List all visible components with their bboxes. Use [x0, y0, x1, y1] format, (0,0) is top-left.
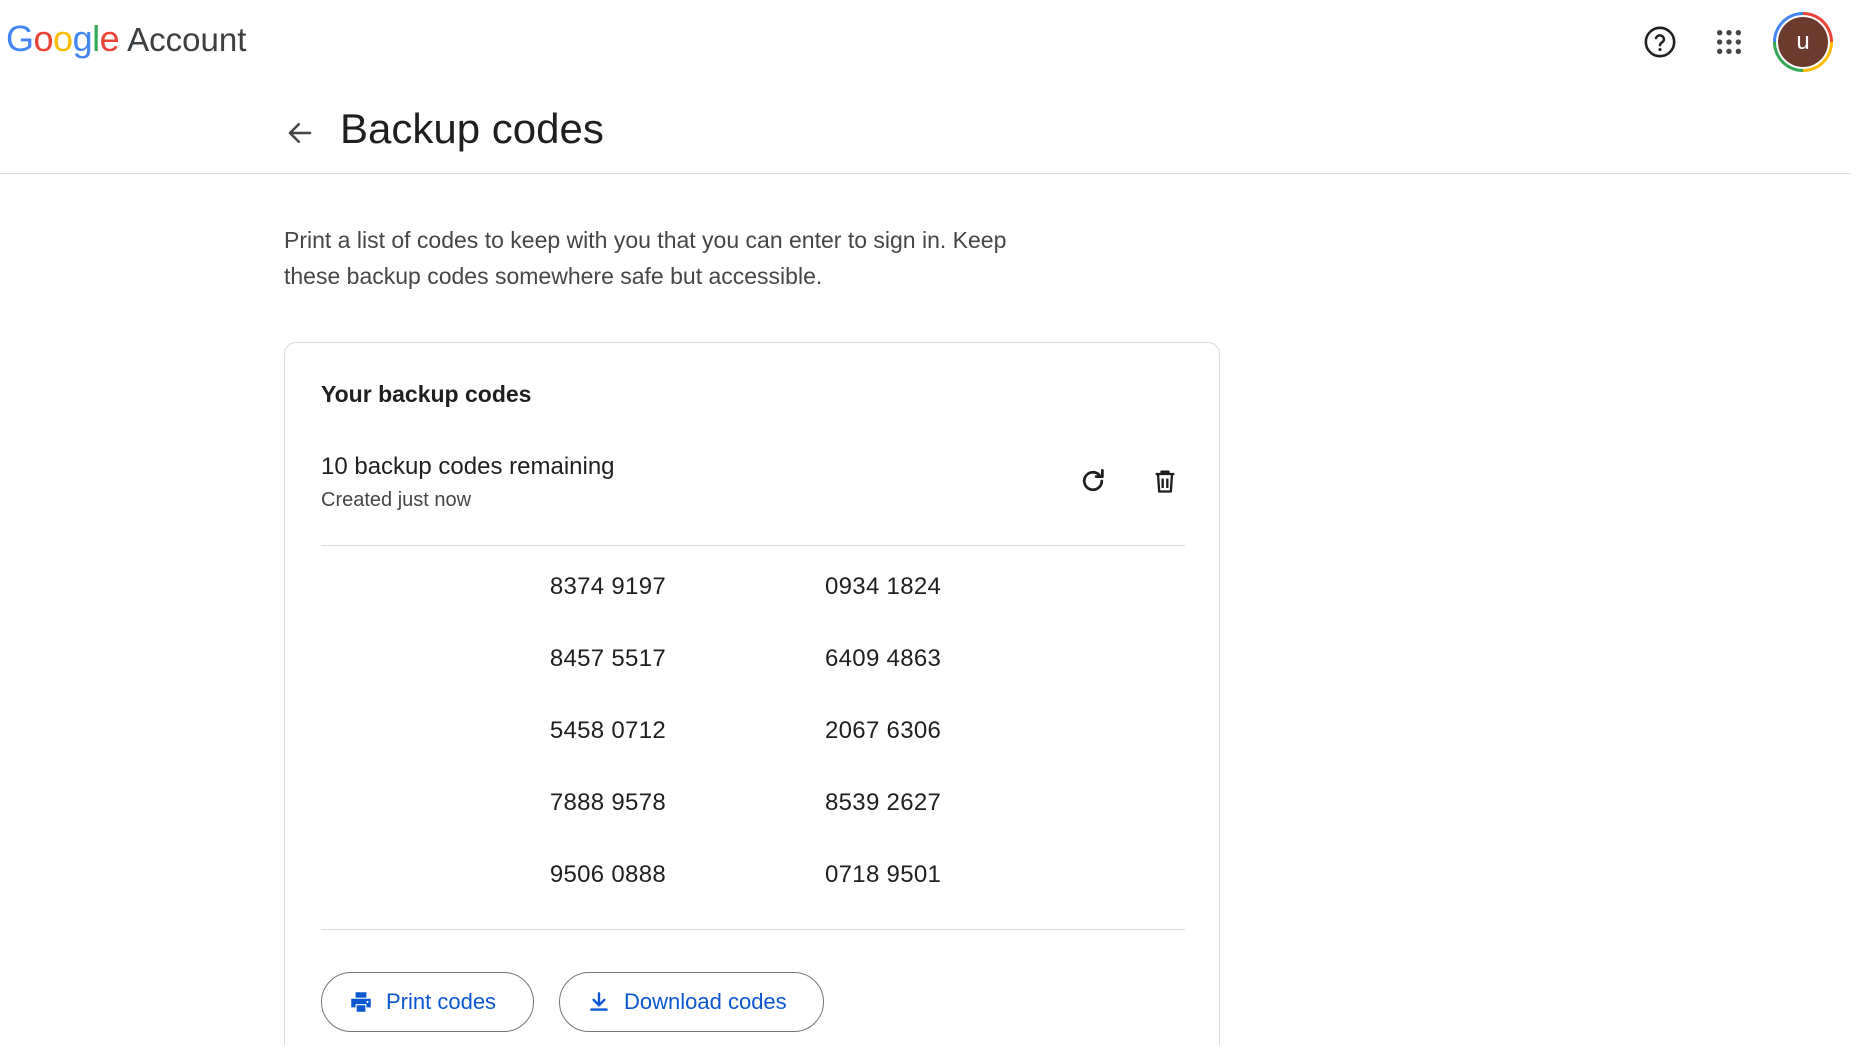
logo-letter: l [92, 18, 100, 59]
logo-letter: o [53, 18, 73, 59]
print-codes-label: Print codes [386, 989, 497, 1014]
intro-line: Print a list of codes to keep with you t… [284, 227, 1007, 253]
divider [321, 929, 1185, 930]
intro-line: these backup codes somewhere safe but ac… [284, 263, 823, 289]
code-row: 8374 9197 0934 1824 [321, 573, 1185, 645]
logo-letter: G [6, 18, 34, 59]
apps-grid-icon [1716, 29, 1742, 55]
delete-codes-button[interactable] [1145, 461, 1185, 501]
download-icon [586, 989, 612, 1015]
backup-code: 6409 4863 [825, 645, 942, 672]
backup-code: 8539 2627 [825, 789, 942, 816]
backup-code: 8457 5517 [549, 645, 666, 672]
backup-code: 8374 9197 [549, 573, 666, 600]
printer-icon [348, 989, 374, 1015]
apps-button[interactable] [1709, 22, 1749, 62]
code-row: 5458 0712 2067 6306 [321, 717, 1185, 789]
backup-code: 9506 0888 [549, 861, 666, 888]
download-codes-label: Download codes [624, 989, 787, 1014]
title-row: Backup codes [0, 95, 1851, 175]
codes-remaining: 10 backup codes remaining [321, 453, 615, 480]
header-divider [0, 173, 1851, 174]
trash-icon [1155, 470, 1175, 493]
print-codes-button[interactable]: Print codes [321, 972, 534, 1032]
code-row: 8457 5517 6409 4863 [321, 645, 1185, 717]
page: Google Account u Backup codes Print a li… [0, 0, 1861, 1045]
backup-code: 5458 0712 [549, 717, 666, 744]
avatar: u [1778, 17, 1828, 67]
help-circle-icon [1644, 26, 1676, 58]
divider [321, 545, 1185, 546]
download-codes-button[interactable]: Download codes [559, 972, 824, 1032]
account-avatar-button[interactable]: u [1773, 12, 1833, 72]
intro-text: Print a list of codes to keep with you t… [284, 222, 1084, 294]
backup-codes-card: Your backup codes 10 backup codes remain… [284, 342, 1220, 1045]
code-row: 7888 9578 8539 2627 [321, 789, 1185, 861]
google-account-logo[interactable]: Google Account [6, 18, 246, 70]
arrow-left-icon [288, 123, 312, 143]
refresh-icon [1082, 469, 1104, 492]
page-title: Backup codes [340, 105, 604, 152]
product-name: Account [127, 21, 247, 58]
card-title: Your backup codes [321, 381, 532, 407]
logo-letter: o [33, 18, 54, 59]
codes-list: 8374 9197 0934 1824 8457 5517 6409 4863 … [321, 573, 1185, 933]
google-logo: Google [6, 18, 120, 60]
backup-code: 0934 1824 [825, 573, 942, 600]
regenerate-codes-button[interactable] [1073, 461, 1113, 501]
top-bar: Google Account u [0, 0, 1861, 86]
backup-code: 7888 9578 [549, 789, 666, 816]
logo-letter: g [72, 18, 93, 59]
avatar-ring: u [1776, 15, 1830, 69]
created-time: Created just now [321, 489, 472, 511]
help-button[interactable] [1640, 22, 1680, 62]
back-button[interactable] [280, 113, 320, 153]
logo-letter: e [99, 18, 120, 59]
backup-code: 0718 9501 [825, 861, 942, 888]
backup-code: 2067 6306 [825, 717, 942, 744]
code-row: 9506 0888 0718 9501 [321, 861, 1185, 933]
